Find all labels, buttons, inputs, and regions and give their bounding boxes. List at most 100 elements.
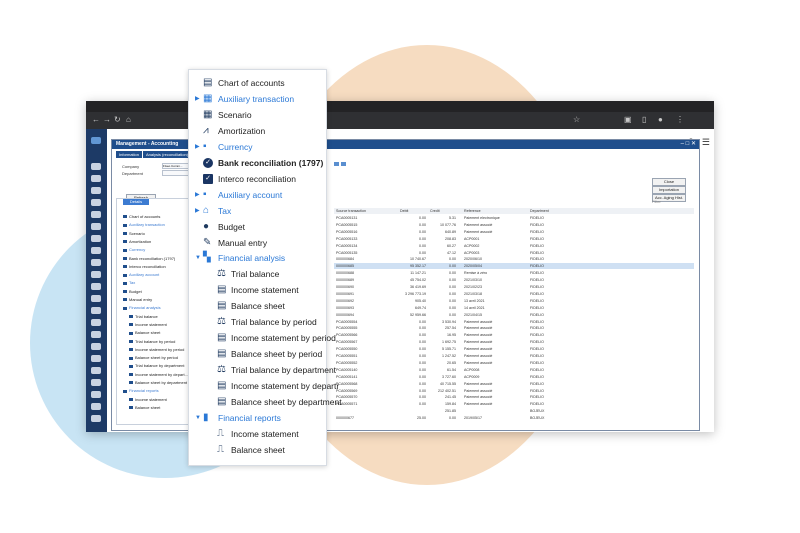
details-item[interactable]: Trial balance — [129, 314, 158, 319]
table-row[interactable]: PCA0005133 0.00 208.83 ACP0001 FIDELIO — [334, 236, 694, 242]
caret-down-icon[interactable]: ▼ — [195, 250, 201, 266]
table-row[interactable]: 000000685 95 352.17 0.00 2020/05/04 FIDELIO — [334, 263, 694, 270]
table-row[interactable]: 000000691 3 296 773.19 0.00 2021/03/18 FIDEL… — [334, 291, 694, 297]
details-item[interactable]: Financial reports — [123, 388, 159, 393]
bookmark-star-icon[interactable]: ☆ — [573, 115, 580, 125]
nav-pie-icon[interactable] — [91, 343, 101, 350]
menu-item[interactable]: ▼ ▚ Financial analysis — [189, 250, 326, 266]
table-row[interactable]: PCA0005571 0.00 159.84 Paiement associé FIDE… — [334, 401, 694, 407]
nav-list-icon[interactable] — [91, 319, 101, 326]
menu-item[interactable]: ▶ ▦ Auxiliary transaction — [189, 91, 326, 107]
window-controls[interactable]: – □ ✕ — [681, 140, 696, 149]
grid-column-header[interactable]: Debit — [400, 209, 408, 213]
nav-chart-icon[interactable] — [91, 187, 101, 194]
menu-item[interactable]: ▶ ▪ Auxiliary account — [189, 187, 326, 203]
nav-truck-icon[interactable] — [91, 307, 101, 314]
details-item[interactable]: Income statement by period — [129, 347, 184, 352]
table-row[interactable]: PCA0005131 0.00 5.31 Paiement electronique F… — [334, 215, 694, 221]
table-row[interactable]: PCA0005570 0.00 241.45 Paiement associé FIDE… — [334, 394, 694, 400]
caret-down-icon[interactable]: ▼ — [195, 410, 201, 426]
nav-puzzle-icon[interactable] — [91, 391, 101, 398]
nav-cart-icon[interactable] — [91, 259, 101, 266]
menu-item[interactable]: ⎍ Balance sheet — [189, 442, 326, 458]
menu-item[interactable]: ⚖ Trial balance by period — [189, 314, 326, 330]
filter-input[interactable]: Filter — [652, 199, 661, 204]
profile-icon[interactable]: ● — [658, 115, 663, 125]
table-row[interactable]: 000000692 905.40 0.00 13 avril 2021 FIDELIO — [334, 298, 694, 304]
menu-item[interactable]: ▤ Balance sheet by period — [189, 346, 326, 362]
nav-grid-icon[interactable] — [91, 271, 101, 278]
details-item[interactable]: Interco reconciliation — [123, 264, 166, 269]
back-icon[interactable]: ← — [92, 115, 100, 125]
menu-item[interactable]: ▤ Income statement — [189, 282, 326, 298]
details-item[interactable]: Income statement by depart... — [129, 372, 188, 377]
table-row[interactable]: PCA0005555 0.00 257.54 Paiement associé FIDE… — [334, 325, 694, 331]
caret-right-icon[interactable]: ▶ — [195, 203, 200, 219]
grid-column-header[interactable]: Credit — [430, 209, 440, 213]
menu-item[interactable]: ▦ Scenario — [189, 107, 326, 123]
details-item[interactable]: Financial analysis — [123, 305, 161, 310]
table-row[interactable]: PCA0005554 0.00 3 530.94 Paiement associé FI… — [334, 319, 694, 325]
reload-icon[interactable]: ↻ — [114, 115, 121, 125]
menu-item[interactable]: ▤ Income statement by period — [189, 330, 336, 346]
details-item[interactable]: Tax — [123, 280, 135, 285]
table-row[interactable]: 000000694 52 959.66 0.00 2021/04/15 FIDELIO — [334, 312, 694, 318]
nav-folder-icon[interactable] — [91, 367, 101, 374]
table-row[interactable]: PCA0005567 0.00 1 692.75 Paiement associé FI… — [334, 339, 694, 345]
table-row[interactable]: PCA0005516 0.00 640.89 Paiement associé FIDE… — [334, 229, 694, 235]
details-item[interactable]: Auxiliary transaction — [123, 222, 165, 227]
table-row[interactable]: PCA0005551 0.00 1 247.52 Paiement associé FI… — [334, 353, 694, 359]
nav-table-icon[interactable] — [91, 331, 101, 338]
nav-box-icon[interactable] — [91, 199, 101, 206]
nav-search-icon[interactable] — [91, 163, 101, 170]
details-item[interactable]: Chart of accounts — [123, 214, 160, 219]
table-row[interactable]: 000000689 45 754.02 0.00 2021/03/10 FIDELIO — [334, 277, 694, 283]
details-item[interactable]: Income statement — [129, 322, 167, 327]
nav-calendar-icon[interactable] — [91, 247, 101, 254]
menu-item[interactable]: ▶ ▪ Currency — [189, 139, 326, 155]
details-item[interactable]: Budget — [123, 289, 142, 294]
table-row[interactable]: PCA0005569 0.00 212 402.51 Paiement associé… — [334, 388, 694, 394]
menu-item[interactable]: ▼ ▮ Financial reports — [189, 410, 326, 426]
menu-item[interactable]: ✓ Interco reconciliation — [189, 171, 326, 187]
details-item[interactable]: Bank reconciliation (1797) — [123, 256, 175, 261]
menu-item[interactable]: ▶ ⌂ Tax — [189, 203, 326, 219]
caret-right-icon[interactable]: ▶ — [195, 91, 200, 107]
tab-information[interactable]: Information — [116, 151, 143, 158]
nav-info-icon[interactable] — [91, 415, 101, 422]
details-item[interactable]: Balance sheet — [129, 405, 160, 410]
details-item[interactable]: Auxiliary account — [123, 272, 159, 277]
grid-column-header[interactable]: Reference — [464, 209, 481, 213]
details-item[interactable]: Amortization — [123, 239, 151, 244]
nav-tag-icon[interactable] — [91, 223, 101, 230]
table-row[interactable]: PCA0005550 0.00 5 155.71 Paiement associé FI… — [334, 346, 694, 352]
table-row[interactable]: PCA0005134 0.00 60.27 ACP0002 FIDELIO — [334, 243, 694, 249]
nav-chat-icon[interactable] — [91, 355, 101, 362]
nav-sync-icon[interactable] — [91, 175, 101, 182]
table-row[interactable]: 000000693 649.74 0.00 14 avril 2021 FIDELIO — [334, 305, 694, 311]
table-row[interactable]: PCA0005140 0.00 61.54 ACP0008 FIDELIO — [334, 367, 694, 373]
extension-icon[interactable]: ▣ — [624, 115, 632, 125]
close-button[interactable]: Close — [652, 178, 686, 186]
sidebar-icon[interactable]: ▯ — [642, 115, 646, 125]
menu-item[interactable]: ● Budget — [189, 219, 326, 235]
menu-item[interactable]: ⩘ Amortization — [189, 123, 326, 139]
nav-users-icon[interactable] — [91, 211, 101, 218]
menu-item[interactable]: ⚖ Trial balance — [189, 266, 326, 282]
table-row[interactable]: 000000677 25.00 0.00 2019/05/17 BOJEUX — [334, 415, 694, 421]
table-row[interactable]: PCA0005515 0.00 10 077.76 Paiement associé F… — [334, 222, 694, 228]
menu-item[interactable]: ⎍ Income statement — [189, 426, 326, 442]
table-row[interactable]: PCA0005568 0.00 40 715.55 Paiement associé F… — [334, 381, 694, 387]
details-item[interactable]: Balance sheet by period — [129, 355, 178, 360]
menu-item[interactable]: ▤ Balance sheet by department — [189, 394, 342, 410]
table-row[interactable]: 251.85 BOJEUX — [334, 408, 694, 414]
table-row[interactable]: PCA0005141 0.00 3 727.60 ACP0009 FIDELIO — [334, 374, 694, 380]
menu-item[interactable]: ✓ Bank reconciliation (1797) — [189, 155, 326, 171]
details-item[interactable]: Trial balance by period — [129, 339, 175, 344]
nav-transfer-icon[interactable] — [91, 295, 101, 302]
nav-doc-icon[interactable] — [91, 235, 101, 242]
table-row[interactable]: PCA0005552 0.00 20.65 Paiement associé FIDEL… — [334, 360, 694, 366]
table-row[interactable]: PCA0005566 0.00 16.95 Paiement associé FIDEL… — [334, 332, 694, 338]
nav-link-icon[interactable] — [91, 283, 101, 290]
home-icon[interactable]: ⌂ — [126, 115, 131, 125]
